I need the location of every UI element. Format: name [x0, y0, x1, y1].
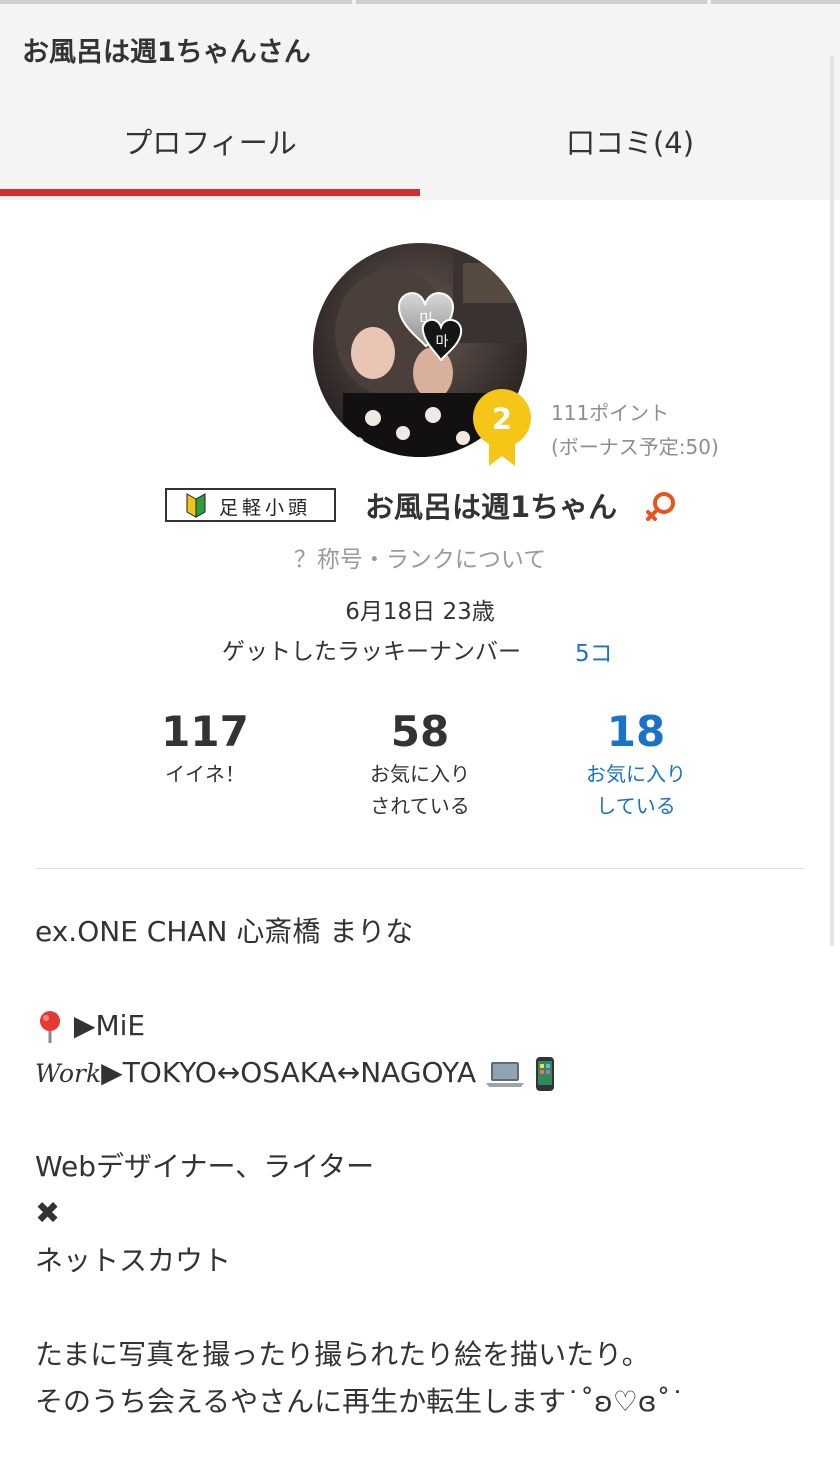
rank-title-text: 足軽小頭 [219, 497, 312, 519]
round-pushpin-icon [40, 1011, 60, 1043]
bio-line: Work▶TOKYO↔OSAKA↔NAGOYA [35, 1049, 815, 1096]
stat-favoriting-value: 18 [606, 707, 666, 756]
female-icon [646, 492, 675, 521]
bio-line: ▶MiE [35, 1002, 815, 1049]
lucky-number-count-link[interactable]: 5コ [575, 634, 613, 668]
profile-bio: ex.ONE CHAN 心斎橋 まりな ▶MiE Work▶TOKYO↔OSAK… [35, 908, 815, 1425]
rank-title-badge[interactable]: 足軽小頭 [165, 488, 336, 522]
stat-favorited-value: 58 [390, 707, 450, 756]
username: お風呂は週1ちゃん [365, 490, 618, 524]
bio-line: ex.ONE CHAN 心斎橋 まりな [35, 915, 414, 948]
beginner-mark-icon [186, 493, 206, 518]
stat-favoriting-link[interactable]: 18 お気に入り している [551, 706, 721, 822]
stat-likes-label: イイネ！ [165, 762, 245, 786]
stat-favoriting-label: している [596, 794, 676, 818]
tab-profile[interactable]: プロフィール [0, 120, 420, 162]
lucky-number-label: ゲットしたラッキーナンバー [222, 639, 521, 665]
bio-location: ▶MiE [73, 1009, 146, 1042]
stat-favorited: 58 お気に入り されている [335, 706, 505, 822]
medal-number: 2 [492, 402, 512, 436]
birthday-age: 6月18日 23歳 [345, 599, 495, 625]
laptop-icon [486, 1062, 525, 1087]
stat-favorited-label: お気に入り [370, 762, 470, 786]
bio-work-label: Work [35, 1059, 102, 1088]
bio-line: Webデザイナー、ライター [35, 1150, 375, 1183]
bio-line: ✖ [35, 1190, 815, 1237]
bio-line: たまに写真を撮ったり撮られたり絵を描いたり。 [35, 1338, 650, 1371]
bonus-points: (ボーナス予定:50) [551, 435, 719, 459]
avatar-overlay-text: 마 [436, 334, 449, 350]
stat-favoriting-label: お気に入り [586, 762, 686, 786]
page-title: お風呂は週1ちゃんさん [22, 37, 311, 68]
rank-medal-icon: 2 [471, 388, 533, 468]
header: お風呂は週1ちゃんさん [0, 4, 840, 200]
stat-likes: 117 イイネ！ [120, 706, 290, 790]
active-tab-indicator [0, 189, 420, 196]
rank-help-link[interactable]: ？称号・ランクについて [0, 540, 840, 574]
bio-line: ネットスカウト [35, 1244, 232, 1277]
points-value: 111ポイント [551, 401, 670, 425]
points-info: 111ポイント (ボーナス予定:50) [551, 396, 719, 464]
divider [35, 868, 805, 869]
name-row: 足軽小頭 お風呂は週1ちゃん [0, 484, 840, 528]
bio-work-locations: ▶TOKYO↔OSAKA↔NAGOYA [101, 1056, 477, 1089]
stat-favorited-label: されている [370, 794, 470, 818]
heavy-multiplication-x-icon: ✖ [35, 1196, 61, 1231]
stat-likes-value: 117 [161, 707, 249, 756]
tab-reviews[interactable]: 口コミ(4) [420, 120, 840, 162]
bio-line: そのうち会えるやさんに再生か転生します˙˚ʚ♡ɞ˚˙ [35, 1385, 685, 1418]
mobile-phone-icon [535, 1057, 554, 1091]
